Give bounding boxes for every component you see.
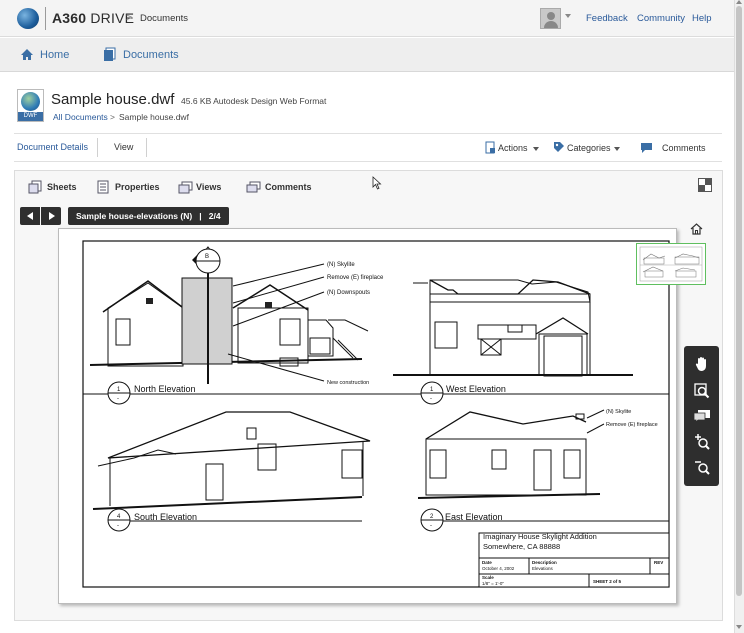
breadcrumb-separator: >	[126, 12, 133, 24]
mouse-cursor-icon	[372, 176, 382, 190]
viewer-tab-views[interactable]: Views	[196, 182, 221, 192]
comments-link[interactable]: Comments	[662, 143, 706, 153]
home-view-icon[interactable]	[690, 223, 703, 235]
scrollbar-thumb[interactable]	[736, 6, 742, 596]
sheets-icon[interactable]	[28, 180, 42, 194]
properties-icon[interactable]	[97, 180, 109, 194]
callout-remove-fireplace: Remove (E) fireplace	[606, 422, 658, 428]
breadcrumb-all-documents[interactable]: All Documents	[53, 112, 108, 122]
file-type-tag: DWF	[18, 112, 43, 121]
next-sheet-button[interactable]	[41, 207, 61, 225]
section-mark: B	[205, 254, 209, 260]
south-elevation: 4 - South Elevation	[92, 411, 371, 532]
breadcrumb-separator: >	[110, 112, 115, 122]
titleblock-scale: 1/8" = 1'-0"	[482, 581, 504, 586]
autodesk-logo-icon[interactable]	[17, 8, 39, 29]
titleblock-date: October 4, 2002	[482, 566, 515, 571]
brand-a360: A360	[52, 10, 87, 26]
sheet-indicator: Sample house-elevations (N) | 2/4	[68, 207, 229, 225]
viewer-tab-properties[interactable]: Properties	[115, 182, 160, 192]
pan-hand-icon[interactable]	[694, 356, 710, 372]
callout-remove-fireplace: Remove (E) fireplace	[327, 275, 384, 281]
comments-icon[interactable]	[246, 181, 261, 194]
thumbnail-drawing	[639, 246, 703, 282]
comment-icon[interactable]	[640, 142, 653, 154]
nav-home[interactable]: Home	[40, 49, 69, 61]
titleblock-desc-label: Description	[532, 560, 557, 565]
categories-menu[interactable]: Categories	[567, 143, 611, 153]
elevation-title: North Elevation	[134, 384, 196, 394]
elevation-title: West Elevation	[446, 384, 506, 394]
actions-menu[interactable]: Actions	[498, 143, 528, 153]
tab-divider	[97, 138, 98, 157]
chevron-down-icon[interactable]	[614, 147, 620, 151]
callout-skylite: (N) Skylite	[606, 409, 631, 415]
tab-divider	[146, 138, 147, 157]
titleblock-scale-label: Scale	[482, 575, 494, 580]
viewer-tab-comments[interactable]: Comments	[265, 182, 312, 192]
north-elevation: B (N) Skylite Remove (E) fireplace (N) D…	[89, 246, 384, 405]
app-brand[interactable]: A360 DRIVE	[52, 10, 134, 26]
title-block: Imaginary House Skylight Addition Somewh…	[478, 532, 670, 588]
tab-view[interactable]: View	[114, 142, 133, 152]
breadcrumb-current: Sample house.dwf	[119, 112, 189, 122]
community-link[interactable]: Community	[637, 13, 685, 24]
elevation-sub: -	[430, 523, 432, 529]
titleblock-project: Imaginary House Skylight Addition	[483, 532, 597, 541]
document-title: Sample house.dwf	[51, 91, 175, 108]
elevation-sub: -	[117, 396, 119, 402]
titleblock-desc: Elevations	[532, 566, 554, 571]
comments-tool-icon[interactable]	[693, 409, 711, 423]
titleblock-date-label: Date	[482, 560, 492, 565]
dwf-file-icon: DWF	[17, 89, 44, 122]
feedback-link[interactable]: Feedback	[586, 13, 628, 24]
chevron-down-icon[interactable]	[533, 147, 539, 151]
previous-sheet-button[interactable]	[20, 207, 40, 225]
views-icon[interactable]	[178, 181, 193, 194]
home-icon[interactable]	[20, 48, 34, 61]
documents-icon[interactable]	[103, 47, 116, 61]
breadcrumb-documents[interactable]: Documents	[140, 13, 188, 24]
zoom-out-icon[interactable]	[694, 459, 710, 476]
scroll-up-icon[interactable]	[736, 0, 742, 4]
east-elevation: (N) Skylite Remove (E) fireplace 2 - Eas…	[417, 409, 669, 532]
divider	[14, 161, 722, 162]
callout-new-construction: New construction	[327, 380, 369, 386]
titleblock-rev-label: REV	[654, 560, 663, 565]
user-avatar[interactable]	[540, 8, 561, 29]
tab-document-details[interactable]: Document Details	[17, 142, 88, 152]
elevation-sub: -	[430, 396, 432, 402]
divider	[14, 133, 722, 134]
actions-icon[interactable]	[485, 141, 496, 154]
logo-divider	[45, 7, 46, 30]
elevation-drawing: B (N) Skylite Remove (E) fireplace (N) D…	[82, 240, 670, 588]
viewer-tab-sheets[interactable]: Sheets	[47, 182, 77, 192]
elevation-sub: -	[117, 523, 119, 529]
tag-icon[interactable]	[553, 141, 565, 153]
document-meta: 45.6 KB Autodesk Design Web Format	[181, 96, 327, 106]
callout-skylite: (N) Skylite	[327, 262, 355, 268]
fullscreen-icon[interactable]	[698, 178, 712, 192]
sheet-thumbnail[interactable]	[636, 243, 706, 285]
zoom-window-icon[interactable]	[694, 383, 710, 399]
nav-documents[interactable]: Documents	[123, 49, 179, 61]
scroll-down-icon[interactable]	[736, 625, 742, 629]
titleblock-location: Somewhere, CA 88888	[483, 542, 560, 551]
zoom-in-icon[interactable]	[694, 434, 710, 451]
callout-downspouts: (N) Downspouts	[327, 290, 370, 296]
west-elevation: 1 - West Elevation	[393, 279, 633, 405]
chevron-down-icon[interactable]	[565, 14, 571, 18]
help-link[interactable]: Help	[692, 13, 712, 24]
titleblock-sheet: SHEET 2 of 5	[593, 579, 622, 584]
